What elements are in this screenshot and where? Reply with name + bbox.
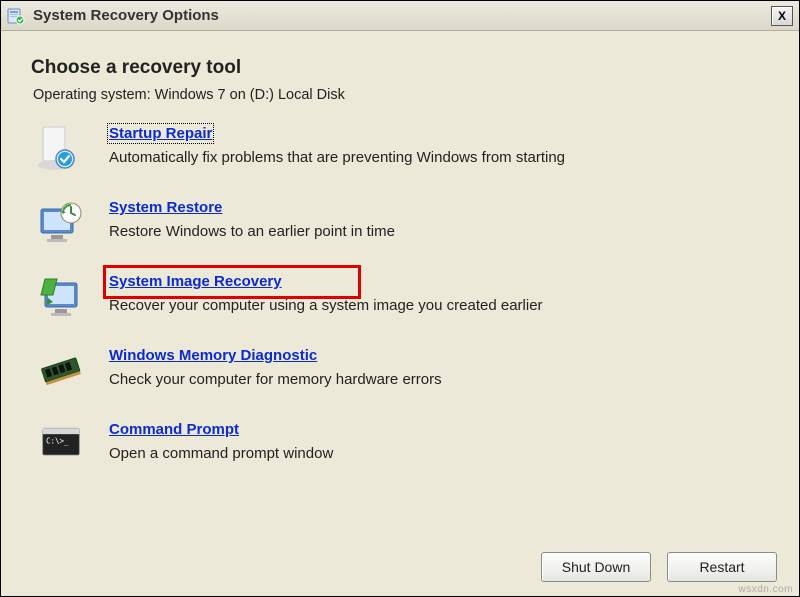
tool-memory-diagnostic: Windows Memory Diagnostic Check your com… <box>37 347 769 395</box>
watermark: wsxdn.com <box>738 584 793 595</box>
page-heading: Choose a recovery tool <box>31 57 769 79</box>
titlebar: System Recovery Options X <box>1 1 799 31</box>
svg-text:C:\>_: C:\>_ <box>46 436 69 445</box>
button-row: Shut Down Restart <box>541 552 777 582</box>
system-image-recovery-link[interactable]: System Image Recovery <box>109 273 282 290</box>
os-info: Operating system: Windows 7 on (D:) Loca… <box>31 87 769 103</box>
app-icon <box>7 7 25 25</box>
startup-repair-icon <box>37 125 85 173</box>
tool-list: Startup Repair Automatically fix problem… <box>31 125 769 469</box>
startup-repair-link[interactable]: Startup Repair <box>109 125 212 142</box>
tool-command-prompt: C:\>_ Command Prompt Open a command prom… <box>37 421 769 469</box>
system-image-recovery-icon <box>37 273 85 321</box>
window-title: System Recovery Options <box>33 7 771 24</box>
close-button[interactable]: X <box>771 6 793 26</box>
tool-system-image-recovery: System Image Recovery Recover your compu… <box>37 273 769 321</box>
system-restore-desc: Restore Windows to an earlier point in t… <box>109 223 395 240</box>
restart-button[interactable]: Restart <box>667 552 777 582</box>
system-restore-link[interactable]: System Restore <box>109 199 222 216</box>
command-prompt-desc: Open a command prompt window <box>109 445 333 462</box>
command-prompt-icon: C:\>_ <box>37 421 85 469</box>
window: System Recovery Options X Choose a recov… <box>0 0 800 597</box>
startup-repair-desc: Automatically fix problems that are prev… <box>109 149 565 166</box>
command-prompt-link[interactable]: Command Prompt <box>109 421 239 438</box>
shutdown-button[interactable]: Shut Down <box>541 552 651 582</box>
memory-diagnostic-icon <box>37 347 85 395</box>
system-image-recovery-desc: Recover your computer using a system ima… <box>109 297 543 314</box>
system-restore-icon <box>37 199 85 247</box>
content-area: Choose a recovery tool Operating system:… <box>1 31 799 596</box>
memory-diagnostic-desc: Check your computer for memory hardware … <box>109 371 442 388</box>
tool-startup-repair: Startup Repair Automatically fix problem… <box>37 125 769 173</box>
tool-system-restore: System Restore Restore Windows to an ear… <box>37 199 769 247</box>
memory-diagnostic-link[interactable]: Windows Memory Diagnostic <box>109 347 317 364</box>
